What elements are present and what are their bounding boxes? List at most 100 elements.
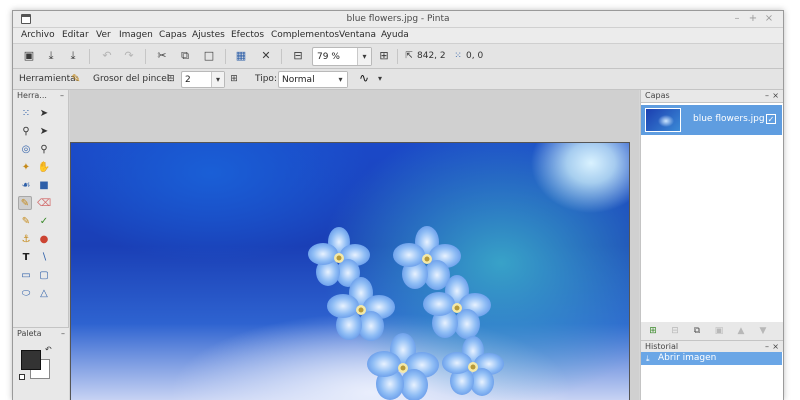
decrease-width-icon[interactable]: ⊟ xyxy=(164,72,178,86)
menu-ajustes[interactable]: Ajustes xyxy=(192,30,225,40)
clone-stamp-icon[interactable]: ⚓ xyxy=(19,233,33,247)
ellipse-select-icon[interactable]: ◎ xyxy=(19,143,33,157)
color-picker-icon[interactable]: ✓ xyxy=(37,215,51,229)
pan-icon[interactable]: ✋ xyxy=(37,161,51,175)
eraser-icon[interactable]: ⌫ xyxy=(37,197,51,211)
chevron-down-icon[interactable]: ▾ xyxy=(357,48,371,65)
title-bar: blue flowers.jpg - Pinta – + × xyxy=(13,11,783,28)
close-button[interactable]: × xyxy=(763,13,775,25)
crop-to-selection-icon[interactable]: ▦ xyxy=(234,49,248,63)
magic-wand-icon[interactable]: ✦ xyxy=(19,161,33,175)
move-layer-up-icon[interactable]: ▲ xyxy=(735,325,747,337)
menu-capas[interactable]: Capas xyxy=(159,30,187,40)
panel-pin-icon[interactable]: – xyxy=(61,328,65,340)
zoom-icon[interactable]: ⚲ xyxy=(37,143,51,157)
maximize-button[interactable]: + xyxy=(747,13,759,25)
menu-bar: Archivo Editar Ver Imagen Capas Ajustes … xyxy=(13,28,783,43)
layers-list: blue flowers.jpg ✓ xyxy=(641,102,783,322)
move-selection-icon[interactable]: ➤ xyxy=(37,125,51,139)
reset-colors-icon[interactable] xyxy=(19,374,25,380)
open-image-icon: ⤓ xyxy=(646,354,650,363)
layers-panel-title: Capas xyxy=(645,91,670,100)
layer-row[interactable]: blue flowers.jpg ✓ xyxy=(641,105,782,135)
new-document-icon[interactable]: ▣ xyxy=(22,49,36,63)
cut-icon[interactable]: ✂ xyxy=(155,49,169,63)
primary-color-swatch[interactable] xyxy=(21,350,41,370)
chevron-down-icon[interactable]: ▾ xyxy=(373,72,387,86)
menu-editar[interactable]: Editar xyxy=(62,30,89,40)
zoom-combo[interactable]: 79 % ▾ xyxy=(312,47,372,66)
pinta-window: blue flowers.jpg - Pinta – + × Archivo E… xyxy=(12,10,784,400)
history-item[interactable]: ⤓ Abrir imagen xyxy=(641,352,782,365)
chevron-down-icon[interactable]: ▾ xyxy=(211,72,224,87)
image-canvas[interactable] xyxy=(70,142,630,400)
menu-archivo[interactable]: Archivo xyxy=(21,30,55,40)
rectangle-icon[interactable]: ▭ xyxy=(19,269,33,283)
chevron-down-icon[interactable]: ▾ xyxy=(334,72,347,87)
freeform-shape-icon[interactable]: △ xyxy=(37,287,51,301)
antialiasing-icon[interactable]: ∿ xyxy=(357,71,371,85)
delete-layer-icon[interactable]: ⊟ xyxy=(669,325,681,337)
history-list: ⤓ Abrir imagen xyxy=(641,352,783,400)
zoom-value: 79 % xyxy=(317,52,340,62)
panel-pin-icon[interactable]: – xyxy=(765,90,769,102)
menu-ayuda[interactable]: Ayuda xyxy=(381,30,409,40)
tool-options-bar: Herramienta: ✎ Grosor del pincel: ⊟ 2 ▾ … xyxy=(13,69,783,90)
menu-complementos[interactable]: Complementos xyxy=(271,30,339,40)
move-layer-down-icon[interactable]: ▼ xyxy=(757,325,769,337)
brush-width-combo[interactable]: 2 ▾ xyxy=(181,71,225,88)
merge-layer-icon[interactable]: ▣ xyxy=(713,325,725,337)
menu-efectos[interactable]: Efectos xyxy=(231,30,264,40)
deselect-icon[interactable]: ✕ xyxy=(259,49,273,63)
swap-colors-icon[interactable]: ↶ xyxy=(45,345,52,354)
gradient-icon[interactable]: ■ xyxy=(37,179,51,193)
copy-icon[interactable]: ⧉ xyxy=(178,49,192,63)
redo-icon[interactable]: ↷ xyxy=(122,49,136,63)
history-item-label: Abrir imagen xyxy=(658,353,717,363)
undo-icon[interactable]: ↶ xyxy=(100,49,114,63)
toolbar-separator xyxy=(89,49,90,64)
menu-ventana[interactable]: Ventana xyxy=(339,30,376,40)
increase-width-icon[interactable]: ⊞ xyxy=(227,72,241,86)
menu-ver[interactable]: Ver xyxy=(96,30,111,40)
palette-panel-title: Paleta xyxy=(17,329,42,338)
palette-panel: Paleta – ↶ xyxy=(13,327,69,400)
text-icon[interactable]: T xyxy=(19,251,33,265)
menu-imagen[interactable]: Imagen xyxy=(119,30,153,40)
type-combo[interactable]: Normal ▾ xyxy=(278,71,348,88)
brush-width-label: Grosor del pincel: xyxy=(93,74,173,84)
layer-thumbnail xyxy=(645,108,681,132)
line-curve-icon[interactable]: ∖ xyxy=(37,251,51,265)
zoom-in-icon[interactable]: ⊞ xyxy=(377,49,391,63)
panel-pin-icon[interactable]: – xyxy=(60,90,64,102)
zoom-out-icon[interactable]: ⊟ xyxy=(291,49,305,63)
lasso-select-icon[interactable]: ⚲ xyxy=(19,125,33,139)
canvas-area[interactable] xyxy=(70,90,639,400)
duplicate-layer-icon[interactable]: ⧉ xyxy=(691,325,703,337)
brush-width-value: 2 xyxy=(185,75,191,85)
toolbar-separator xyxy=(225,49,226,64)
cursor-position-icon: ⇱ xyxy=(405,51,413,61)
move-selected-icon[interactable]: ➤ xyxy=(37,107,51,121)
selection-size-icon: ⁙ xyxy=(454,51,462,61)
add-layer-icon[interactable]: ⊞ xyxy=(647,325,659,337)
paintbrush-tool-icon[interactable]: ✎ xyxy=(18,196,32,210)
layer-visibility-checkbox[interactable]: ✓ xyxy=(766,114,776,124)
palette-panel-header: Paleta – xyxy=(13,328,69,340)
pencil-icon[interactable]: ✎ xyxy=(19,215,33,229)
tools-panel-title: Herra... xyxy=(17,91,47,100)
ellipse-icon[interactable]: ⬭ xyxy=(19,287,33,301)
history-panel-title: Historial xyxy=(645,342,679,351)
layer-name: blue flowers.jpg xyxy=(693,114,765,124)
recolor-icon[interactable]: ● xyxy=(37,233,51,247)
minimize-button[interactable]: – xyxy=(731,13,743,25)
cursor-position-readout: 842, 2 xyxy=(417,51,446,61)
rectangle-select-icon[interactable]: ⁙ xyxy=(19,107,33,121)
panel-close-icon[interactable]: × xyxy=(772,90,779,102)
open-icon[interactable]: ⤓ xyxy=(44,49,58,63)
paint-bucket-icon[interactable]: ☙ xyxy=(19,179,33,193)
rounded-rectangle-icon[interactable]: ▢ xyxy=(37,269,51,283)
type-label: Tipo: xyxy=(255,74,277,84)
save-icon[interactable]: ⤓ xyxy=(66,49,80,63)
paste-icon[interactable]: □ xyxy=(202,49,216,63)
